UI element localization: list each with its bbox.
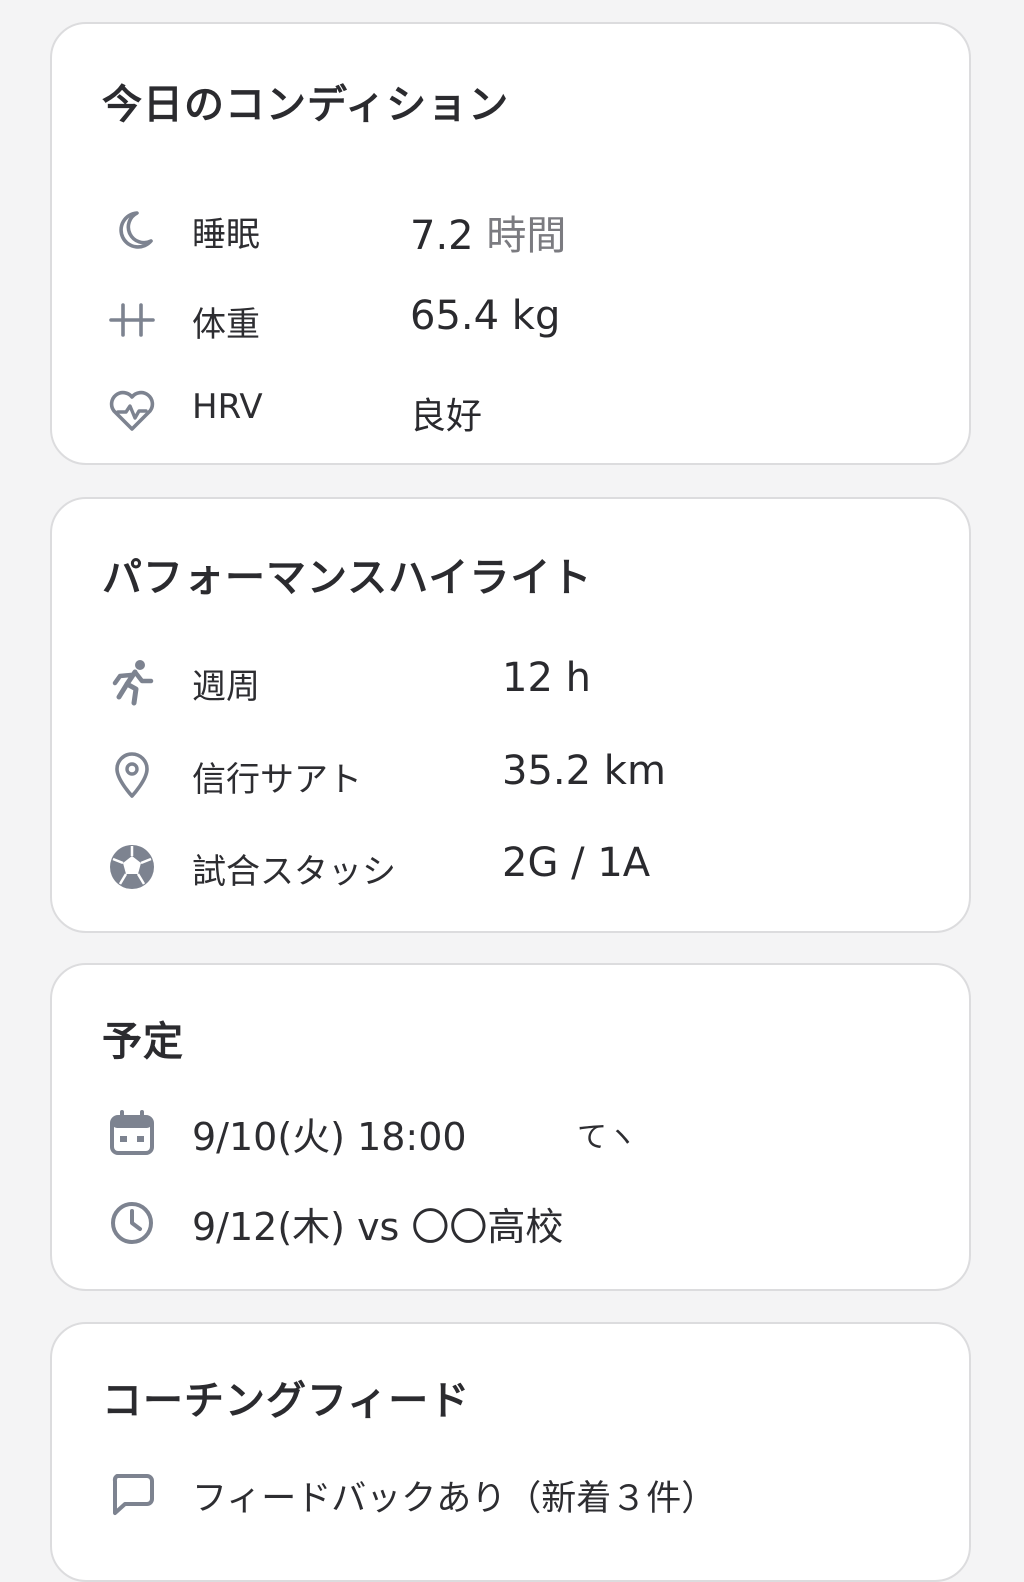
condition-row-weight[interactable]: 体重 65.4 kg [52,287,969,347]
weight-label: 体重 [192,305,260,345]
performance-title: パフォーマンスハイライト [102,555,593,601]
sleep-label: 睡眠 [192,215,260,255]
performance-card: パフォーマンスハイライト 週周 12 h 信行サアト 35.2 km 試合スタッ… [50,497,971,933]
condition-card: 今日のコンディション 睡眠 7.2 時間 体重 65.4 kg HRV 良好 [50,22,971,465]
sleep-unit: 時間 [486,213,567,259]
schedule-title: 予定 [102,1019,184,1065]
chat-bubble-icon [107,1468,157,1518]
location-pin-icon [107,750,157,800]
condition-row-sleep[interactable]: 睡眠 7.2 時間 [52,197,969,259]
soccer-ball-icon [107,842,157,892]
sleep-value: 7.2 時間 [410,213,567,259]
hrv-value: 良好 [410,396,483,437]
schedule-practice-note: てヽ [577,1120,637,1155]
weekly-value: 12 h [502,655,591,701]
schedule-match-text: 9/12(木) vs 〇〇高校 [192,1205,564,1249]
heart-pulse-icon [107,385,157,435]
coaching-card: コーチングフィード フィードバックあり（新着３件） [50,1322,971,1582]
schedule-item-practice[interactable]: 9/10(火) 18:00 てヽ [52,1100,969,1160]
schedule-item-match[interactable]: 9/12(木) vs 〇〇高校 [52,1190,969,1250]
distance-label: 信行サアト [192,760,362,800]
match-stats-value: 2G / 1A [502,840,651,886]
condition-row-hrv[interactable]: HRV 良好 [52,377,969,437]
schedule-card: 予定 9/10(火) 18:00 てヽ 9/12(木) vs 〇〇高校 [50,963,971,1291]
schedule-practice-text: 9/10(火) 18:00 [192,1115,467,1159]
running-icon [107,657,157,707]
clock-icon [107,1198,157,1248]
moon-icon [107,205,157,255]
coaching-title: コーチングフィード [102,1378,471,1424]
performance-row-match-stats[interactable]: 試合スタッシ 2G / 1A [52,834,969,894]
coaching-feedback-text: フィードバックあり（新着３件） [192,1479,717,1519]
weight-icon [107,295,157,345]
coaching-feedback-item[interactable]: フィードバックあり（新着３件） [52,1460,969,1520]
hrv-label: HRV [192,387,263,427]
performance-row-distance[interactable]: 信行サアト 35.2 km [52,742,969,802]
performance-row-weekly[interactable]: 週周 12 h [52,649,969,709]
distance-value: 35.2 km [502,748,666,794]
condition-title: 今日のコンディション [102,82,510,128]
match-stats-label: 試合スタッシ [192,852,396,892]
calendar-icon [107,1108,157,1158]
weight-value: 65.4 kg [410,293,561,339]
weekly-label: 週周 [192,667,260,707]
